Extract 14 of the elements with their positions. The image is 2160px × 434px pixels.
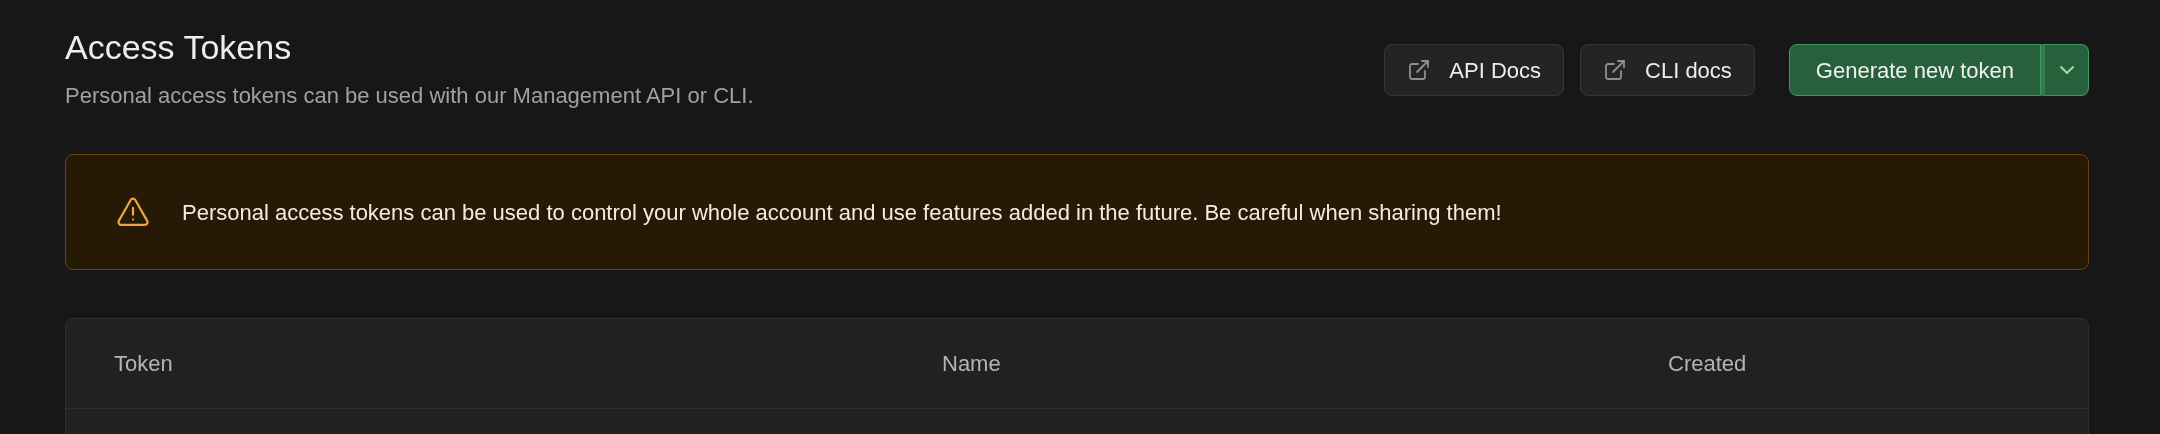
page-title: Access Tokens [65, 27, 293, 68]
column-header: Created [1668, 350, 1747, 378]
chevron-down-icon [2057, 64, 2076, 76]
external-link-icon [1407, 58, 1432, 82]
column-header: Token [114, 350, 173, 378]
warning-icon [116, 197, 150, 227]
generate-token-button[interactable]: Generate new token [1788, 44, 2041, 96]
warning-message: Personal access tokens can be used to control your whole account and use features added in the future. Be careful when sharing them! [182, 198, 1502, 227]
external-link-icon [1603, 58, 1628, 82]
column-header: Name [942, 350, 1001, 378]
dropdown-button[interactable] [2041, 44, 2089, 96]
docs-button[interactable]: API Docs [1384, 44, 1565, 96]
page-subtitle: Personal access tokens can be used with our Management API or CLI. [65, 82, 754, 110]
docs-button[interactable]: CLI docs [1580, 44, 1755, 96]
